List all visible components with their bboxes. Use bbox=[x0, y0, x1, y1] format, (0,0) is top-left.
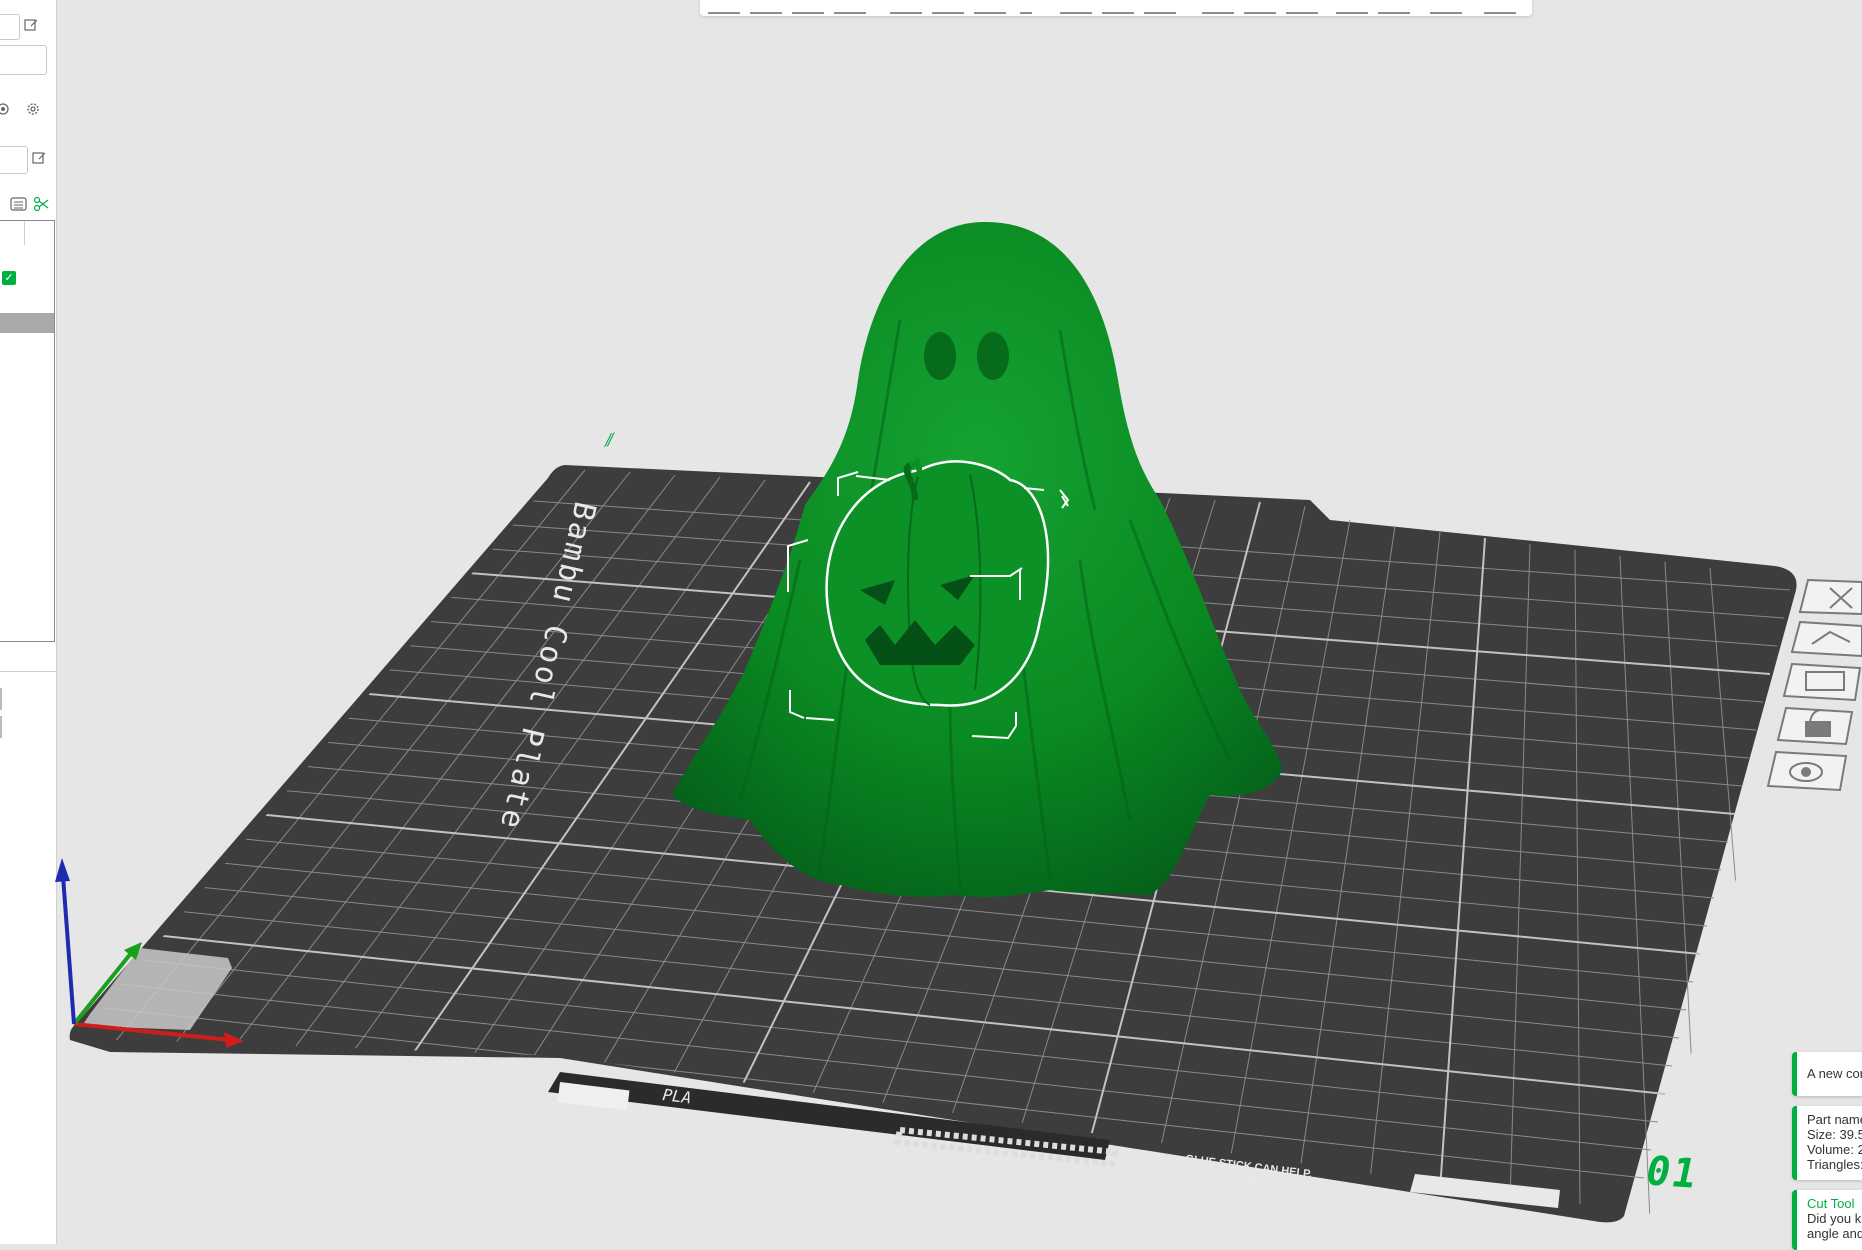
support-paint-button[interactable] bbox=[1144, 0, 1176, 14]
cut-button[interactable] bbox=[1060, 0, 1092, 14]
cut-tool-link[interactable]: Cut Tool bbox=[1807, 1196, 1862, 1211]
cut-tool-tip-line2: angle and bbox=[1807, 1226, 1862, 1241]
part-info-panel: Part name Size: 39.5 Volume: 2 Triangles… bbox=[1792, 1106, 1862, 1180]
add-plate-button[interactable] bbox=[750, 0, 782, 14]
delete-plate-button[interactable] bbox=[1798, 578, 1862, 616]
color-paint-button[interactable] bbox=[1244, 0, 1276, 14]
part-triangles-text: Triangles: bbox=[1807, 1157, 1862, 1172]
auto-orient-button[interactable] bbox=[1790, 620, 1862, 658]
notification-text: A new con bbox=[1807, 1066, 1862, 1081]
add-object-button[interactable] bbox=[708, 0, 740, 14]
ghost-left-eye bbox=[924, 332, 956, 380]
scale-button[interactable] bbox=[974, 0, 1006, 14]
cut-tool-tip-line1: Did you k bbox=[1807, 1211, 1862, 1226]
z-axis-line bbox=[61, 875, 76, 1025]
arrange-button[interactable] bbox=[1782, 662, 1862, 702]
lock-icon bbox=[1805, 721, 1831, 737]
lay-on-face-button[interactable] bbox=[1020, 0, 1032, 14]
new-config-notification[interactable]: A new con bbox=[1792, 1052, 1862, 1096]
assembly-button[interactable] bbox=[1378, 0, 1410, 14]
seam-paint-button[interactable] bbox=[1202, 0, 1234, 14]
3d-viewport[interactable]: Bambu Cool Plate PLA GLUE STICK CAN HELP… bbox=[0, 0, 1862, 1244]
lock-plate-button[interactable] bbox=[1776, 706, 1854, 746]
z-axis-arrow bbox=[55, 858, 70, 882]
orient-button[interactable] bbox=[792, 0, 824, 14]
part-size-text: Size: 39.5 bbox=[1807, 1127, 1862, 1142]
variable-layer-button[interactable] bbox=[1430, 0, 1462, 14]
filament-label: PLA bbox=[662, 1085, 693, 1107]
arrange-all-button[interactable] bbox=[834, 0, 866, 14]
text-tool-button[interactable] bbox=[1286, 0, 1318, 14]
rotate-button[interactable] bbox=[932, 0, 964, 14]
eraser-icon: ⌫ bbox=[1122, 1156, 1144, 1174]
ghost-right-eye bbox=[977, 332, 1009, 380]
part-volume-text: Volume: 2 bbox=[1807, 1142, 1862, 1157]
mesh-boolean-button[interactable] bbox=[1102, 0, 1134, 14]
top-toolbar bbox=[700, 0, 1532, 16]
measure-button[interactable] bbox=[1336, 0, 1368, 14]
plate-number: 01 bbox=[1641, 1148, 1703, 1198]
plate-settings-button[interactable] bbox=[1766, 750, 1848, 792]
help-button[interactable] bbox=[1484, 0, 1516, 14]
part-name-text: Part name bbox=[1807, 1112, 1862, 1127]
plate-index-marker: ⁄⁄ bbox=[600, 429, 618, 451]
move-button[interactable] bbox=[890, 0, 922, 14]
cut-tool-tip[interactable]: Cut Tool Did you k angle and bbox=[1792, 1190, 1862, 1250]
